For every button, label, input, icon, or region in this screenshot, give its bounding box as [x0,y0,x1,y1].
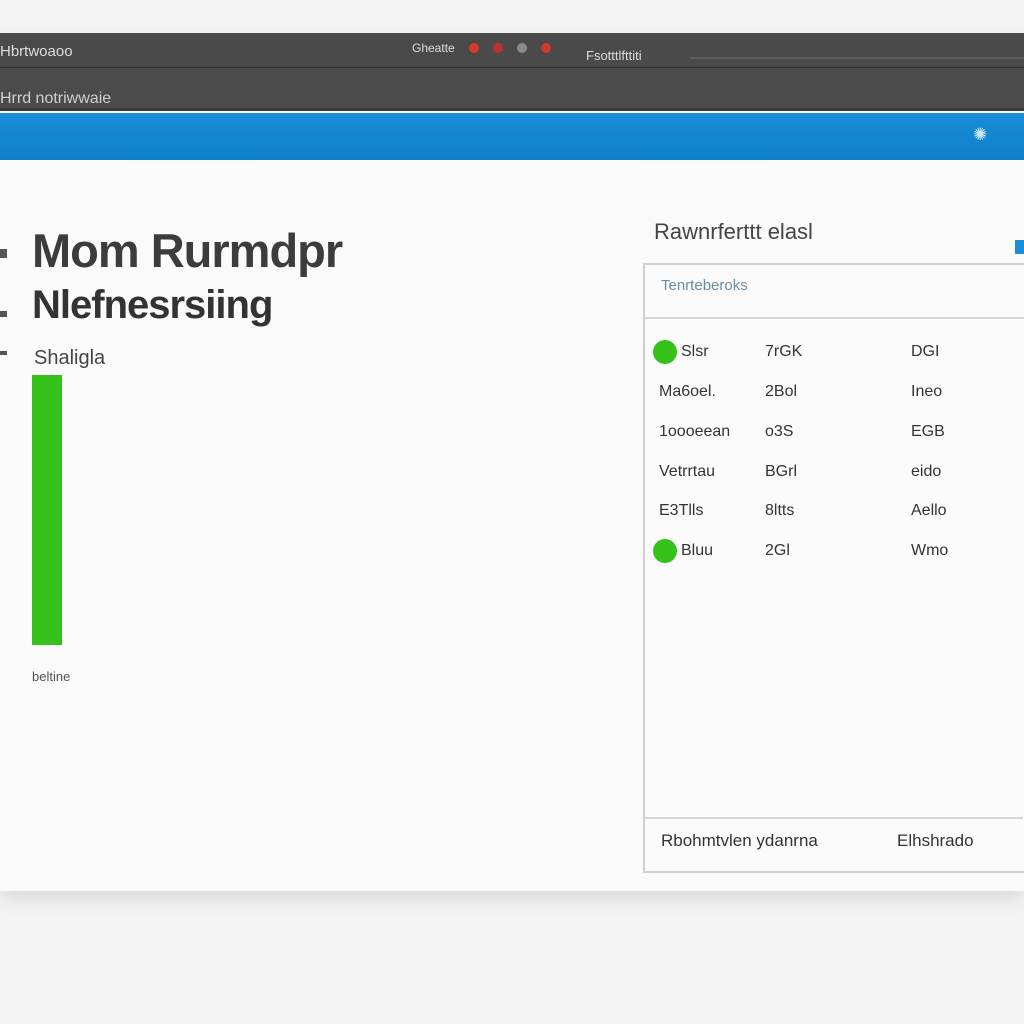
list-cell: Vetrrtau [659,463,716,480]
progress-bar-fill [32,375,62,645]
title-divider [690,57,1024,59]
toolbar: ✺ [0,113,1024,160]
app-window: Hbrtwoaoo Gheatte Fsotttlfttiti Hrrd not… [0,33,1024,891]
list-cell: 2Bol [765,383,798,400]
progress-label: Shaligla [34,347,106,369]
warning-icon[interactable] [540,43,551,53]
list-cell: o3S [765,423,794,440]
title-bar: Hbrtwoaoo Gheatte Fsotttlfttiti [0,33,1024,68]
results-list: Slsr 7rGK DGI Ma6oel. 2Bol Ineo 1oooeean o3S EGB… [645,319,1024,819]
progress-footer: beltine [32,669,71,684]
menu-bar: Hrrd notriwwaie [0,68,1024,111]
list-cell: 2Gl [765,542,790,559]
progress-bar [32,375,62,645]
list-item[interactable]: Ma6oel. 2Bol Ineo [645,379,1023,409]
status-dot-icon [653,539,677,563]
list-cell: Ineo [911,383,943,400]
footer-right-text[interactable]: Elhshrado [897,831,974,851]
window-title-right: Fsotttlfttiti [586,48,642,63]
list-cell: 7rGK [765,343,803,360]
list-item[interactable]: Bluu 2Gl Wmo [645,538,1023,568]
alert-icon[interactable] [492,43,503,53]
list-cell: Bluu [681,542,714,559]
side-marker [0,351,7,355]
side-marker [0,311,7,317]
list-cell: EGB [911,423,945,440]
status-dot-icon [653,340,677,364]
list-cell: BGrl [765,463,797,480]
panel-search-field[interactable]: Tenrteberoks [645,265,1024,319]
page-title: Mom Rurmdpr [32,224,343,277]
list-cell: E3Tlls [659,502,704,519]
list-cell: 1oooeean [659,423,731,440]
window-controls: Gheatte [412,41,551,55]
list-item[interactable]: E3Tlls 8ltts Aello [645,498,1023,528]
settings-icon[interactable] [516,43,527,53]
list-cell: Aello [911,502,947,519]
panel-title: Rawnrferttt elasl [654,219,813,244]
app-title: Hbrtwoaoo [0,43,73,60]
status-text: Gheatte [412,41,455,55]
results-panel: Tenrteberoks Slsr 7rGK DGI Ma6oel. 2Bol Ineo 1… [643,263,1024,873]
list-cell: eido [911,463,942,480]
accent-mark [1015,240,1024,254]
list-cell: Slsr [681,343,709,360]
footer-left-text[interactable]: Rbohmtvlen ydanrna [661,831,818,851]
list-cell: 8ltts [765,502,795,519]
list-item[interactable]: Slsr 7rGK DGI [645,339,1023,369]
page-subtitle: Nlefnesrsiing [32,283,273,327]
gear-icon[interactable]: ✺ [973,125,987,145]
list-item[interactable]: 1oooeean o3S EGB [645,419,1023,449]
menu-label[interactable]: Hrrd notriwwaie [0,90,111,108]
record-icon[interactable] [468,43,479,53]
panel-header-text: Tenrteberoks [661,277,748,294]
list-item[interactable]: Vetrrtau BGrl eido [645,459,1023,489]
side-marker [0,249,7,258]
list-cell: Ma6oel. [659,383,716,400]
list-cell: DGI [911,343,940,360]
panel-footer: Rbohmtvlen ydanrna Elhshrado [645,817,1023,871]
list-cell: Wmo [911,542,949,559]
